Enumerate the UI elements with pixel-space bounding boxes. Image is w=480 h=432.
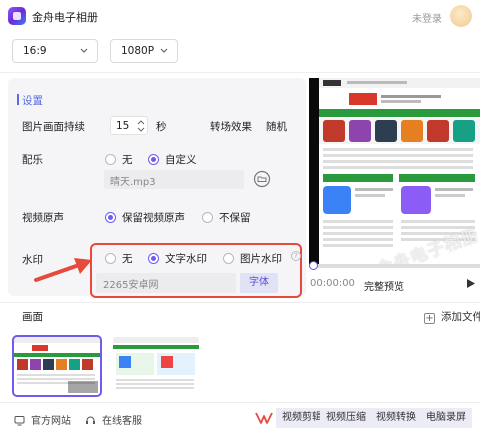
radio-dot bbox=[148, 253, 159, 264]
login-status[interactable]: 未登录 bbox=[412, 10, 442, 25]
radio-dot bbox=[223, 253, 234, 264]
play-icon[interactable] bbox=[466, 278, 476, 289]
footer-bar: 官方网站 在线客服 视频剪辑 视频压缩 视频转换 电脑录屏 bbox=[0, 402, 480, 432]
resolution-select[interactable]: 1080P bbox=[110, 39, 178, 63]
thumbnail-image bbox=[113, 337, 199, 395]
divider bbox=[0, 302, 480, 303]
preview-window: 金舟电子相册 bbox=[309, 78, 480, 264]
radio-dot bbox=[202, 212, 213, 223]
progress-knob[interactable] bbox=[309, 261, 318, 270]
aspect-ratio-select[interactable]: 16:9 bbox=[12, 39, 98, 63]
official-website-link[interactable]: 官方网站 bbox=[14, 412, 71, 427]
time-display: 00:00:00 bbox=[310, 278, 355, 289]
thumbnail-2[interactable] bbox=[113, 337, 199, 395]
monitor-icon bbox=[14, 416, 25, 426]
audio-drop-radio[interactable]: 不保留 bbox=[202, 210, 251, 225]
audio-keep-radio[interactable]: 保留视频原声 bbox=[105, 210, 185, 225]
duration-stepper[interactable]: 15 bbox=[110, 116, 148, 135]
transition-value[interactable]: 随机 bbox=[266, 119, 287, 134]
radio-dot bbox=[148, 154, 159, 165]
online-support-link[interactable]: 在线客服 bbox=[85, 412, 142, 427]
headset-icon bbox=[86, 416, 95, 424]
video-convert-button[interactable]: 视频转换 bbox=[370, 408, 422, 428]
audio-label: 视频原声 bbox=[22, 212, 64, 224]
stepper-arrows-icon[interactable] bbox=[137, 119, 145, 133]
watermark-text-radio[interactable]: 文字水印 bbox=[148, 251, 207, 266]
music-custom-radio[interactable]: 自定义 bbox=[148, 152, 197, 167]
divider bbox=[0, 72, 480, 73]
thumbnail-1[interactable] bbox=[12, 335, 102, 397]
plus-icon: + bbox=[424, 313, 435, 324]
arrow-icon bbox=[34, 258, 92, 282]
watermark-text-input[interactable] bbox=[96, 273, 236, 293]
brand-logo-icon bbox=[255, 412, 273, 424]
watermark-image-radio[interactable]: 图片水印 bbox=[223, 251, 282, 266]
resolution-value: 1080P bbox=[121, 45, 155, 57]
duration-value: 15 bbox=[116, 120, 130, 132]
avatar[interactable] bbox=[450, 5, 472, 27]
video-compress-button[interactable]: 视频压缩 bbox=[320, 408, 372, 428]
thumbnail-image bbox=[14, 337, 100, 395]
settings-title: 设置 bbox=[17, 94, 43, 107]
screen-record-button[interactable]: 电脑录屏 bbox=[420, 408, 472, 428]
app-logo-icon bbox=[8, 7, 26, 25]
watermark-text-field[interactable] bbox=[96, 273, 236, 293]
full-preview-button[interactable]: 完整预览 bbox=[364, 278, 404, 293]
watermark-none-radio[interactable]: 无 bbox=[105, 251, 133, 266]
music-label: 配乐 bbox=[22, 154, 43, 166]
radio-dot bbox=[105, 212, 116, 223]
chevron-down-icon bbox=[160, 48, 168, 53]
aspect-ratio-value: 16:9 bbox=[23, 45, 47, 57]
canvas-label: 画面 bbox=[22, 311, 43, 323]
app-title: 金舟电子相册 bbox=[32, 11, 98, 24]
radio-dot bbox=[105, 253, 116, 264]
duration-label: 图片画面持续 bbox=[22, 121, 85, 133]
music-none-radio[interactable]: 无 bbox=[105, 152, 133, 167]
radio-dot bbox=[105, 154, 116, 165]
add-file-button[interactable]: + 添加文件 bbox=[424, 309, 480, 324]
font-button[interactable]: 字体 bbox=[240, 273, 278, 293]
music-file-field[interactable]: 晴天.mp3 bbox=[104, 170, 244, 189]
progress-bar[interactable] bbox=[309, 261, 480, 270]
help-icon[interactable]: ? bbox=[291, 251, 301, 261]
chevron-down-icon bbox=[80, 48, 88, 53]
duration-unit: 秒 bbox=[156, 121, 167, 133]
title-bar: 金舟电子相册 未登录 bbox=[0, 0, 480, 32]
folder-icon[interactable] bbox=[253, 170, 271, 188]
transition-label: 转场效果 bbox=[210, 121, 252, 133]
